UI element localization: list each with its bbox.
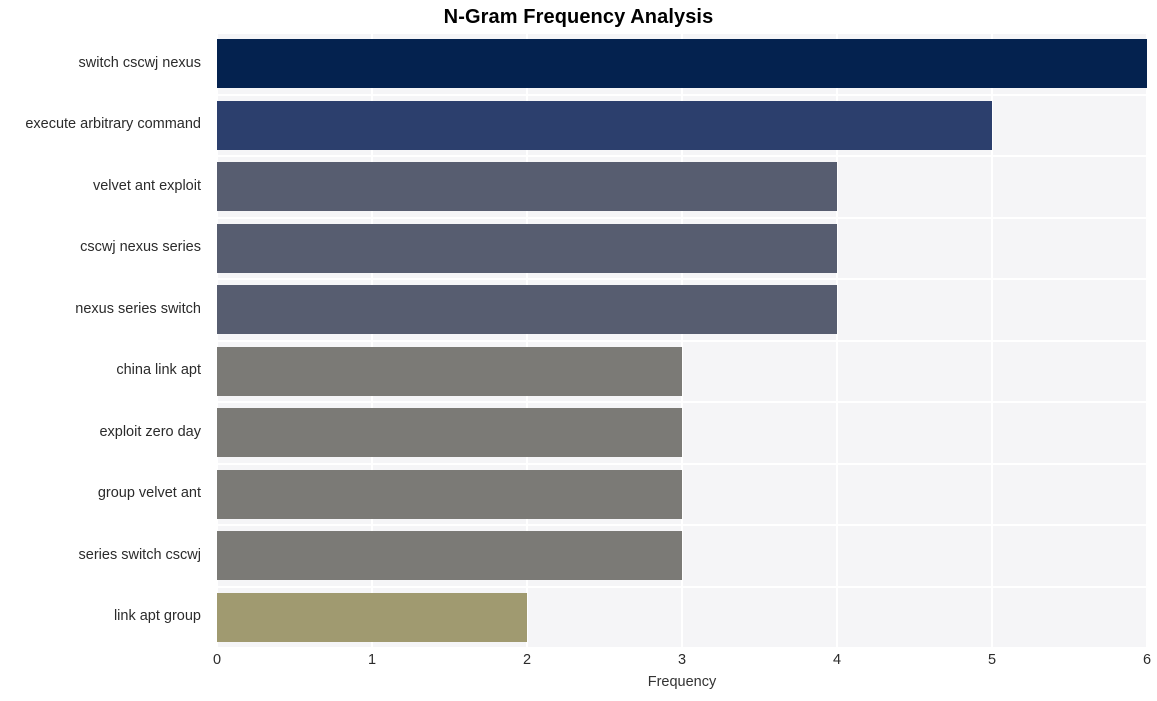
y-axis-tick-label: china link apt (116, 362, 201, 379)
y-axis-tick-label: execute arbitrary command (25, 116, 201, 133)
bar (217, 162, 837, 212)
y-axis-tick-label: switch cscwj nexus (78, 54, 201, 71)
bar (217, 285, 837, 335)
y-axis-tick-labels: switch cscwj nexus execute arbitrary comm… (0, 33, 207, 648)
bar (217, 39, 1147, 89)
x-axis-tick-label: 2 (522, 652, 532, 668)
bar (217, 408, 682, 458)
x-axis-tick-label: 5 (987, 652, 997, 668)
bar (217, 223, 837, 273)
plot-area (216, 32, 1148, 649)
chart-figure: N-Gram Frequency Analysis switch cscwj n… (0, 0, 1157, 701)
x-axis-tick-label: 3 (677, 652, 687, 668)
y-axis-tick-label: series switch cscwj (78, 546, 201, 563)
x-axis-title: Frequency (647, 674, 717, 690)
bar (217, 531, 682, 581)
grid-line-vertical (1146, 33, 1148, 648)
bar (217, 592, 527, 642)
y-axis-tick-label: group velvet ant (97, 485, 201, 502)
x-axis-tick-label: 4 (832, 652, 842, 668)
x-axis-tick-label: 0 (212, 652, 222, 668)
chart-title: N-Gram Frequency Analysis (443, 6, 714, 28)
x-axis-tick-label: 6 (1142, 652, 1152, 668)
bar (217, 100, 992, 150)
bar (217, 346, 682, 396)
y-axis-tick-label: velvet ant exploit (92, 177, 201, 194)
y-axis-tick-label: link apt group (113, 608, 201, 625)
y-axis-tick-label: cscwj nexus series (80, 239, 201, 256)
y-axis-tick-label: nexus series switch (75, 300, 201, 317)
x-axis-tick-label: 1 (367, 652, 377, 668)
bar (217, 469, 682, 519)
y-axis-tick-label: exploit zero day (99, 423, 201, 440)
